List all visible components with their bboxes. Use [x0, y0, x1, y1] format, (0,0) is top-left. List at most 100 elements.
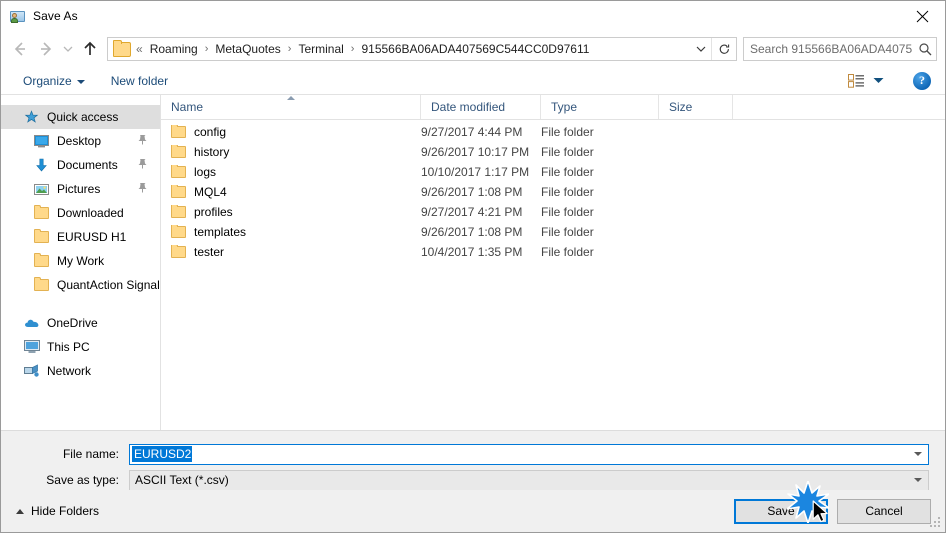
address-bar[interactable]: « Roaming › MetaQuotes › Terminal › 9155…	[107, 37, 737, 61]
search-input[interactable]	[744, 41, 914, 57]
up-button[interactable]	[77, 36, 103, 62]
column-label: Size	[669, 100, 693, 114]
file-type: File folder	[541, 125, 594, 139]
address-dropdown-button[interactable]	[691, 43, 711, 55]
file-name-cell: logs	[161, 165, 421, 179]
sidebar-item-quantaction-signal[interactable]: QuantAction Signal	[1, 273, 160, 297]
sidebar-item-desktop[interactable]: Desktop	[1, 129, 160, 153]
save-as-type-select[interactable]: ASCII Text (*.csv)	[129, 469, 929, 491]
breadcrumb-separator: ›	[204, 43, 209, 55]
file-date: 10/10/2017 1:17 PM	[421, 165, 530, 179]
recent-locations-button[interactable]	[59, 36, 77, 62]
sidebar-item-network[interactable]: Network	[1, 359, 160, 383]
table-row[interactable]: history 9/26/2017 10:17 PM File folder	[161, 142, 945, 162]
table-row[interactable]: MQL4 9/26/2017 1:08 PM File folder	[161, 182, 945, 202]
breadcrumb-item-roaming[interactable]: Roaming	[148, 42, 200, 56]
search-icon[interactable]	[914, 42, 936, 56]
pin-icon[interactable]	[137, 182, 148, 196]
file-name-value: EURUSD2	[132, 446, 193, 462]
file-type: File folder	[541, 185, 594, 199]
new-folder-button[interactable]: New folder	[105, 72, 174, 90]
save-button[interactable]: Save	[734, 498, 828, 524]
file-name: logs	[194, 165, 217, 179]
sort-ascending-icon	[286, 96, 295, 100]
sidebar-item-eurusd-h1[interactable]: EURUSD H1	[1, 225, 160, 249]
column-header-size[interactable]: Size	[659, 95, 733, 119]
pin-icon[interactable]	[137, 134, 148, 148]
navigation-pane: Quick access Desktop Documents Pictures …	[1, 95, 161, 430]
back-button[interactable]	[7, 36, 33, 62]
column-header-date-modified[interactable]: Date modified	[421, 95, 541, 119]
sidebar-item-label: Desktop	[57, 134, 102, 148]
organize-label: Organize	[23, 73, 72, 88]
folder-icon	[171, 245, 186, 258]
chevron-down-icon	[76, 79, 85, 84]
sidebar-item-label: QuantAction Signal	[57, 278, 160, 292]
chevron-down-icon	[873, 78, 884, 83]
sidebar-item-pictures[interactable]: Pictures	[1, 177, 160, 201]
sidebar-item-onedrive[interactable]: OneDrive	[1, 311, 160, 335]
chevron-down-icon[interactable]	[914, 478, 922, 482]
pin-icon[interactable]	[137, 158, 148, 172]
sidebar-item-downloaded[interactable]: Downloaded	[1, 201, 160, 225]
file-name-label: File name:	[62, 447, 119, 461]
breadcrumb-item-terminal[interactable]: Terminal	[296, 42, 345, 56]
column-header-filler	[733, 95, 945, 119]
cancel-button[interactable]: Cancel	[837, 498, 931, 524]
file-type: File folder	[541, 205, 594, 219]
close-button[interactable]	[899, 1, 945, 31]
column-label: Date modified	[431, 100, 506, 114]
column-header-type[interactable]: Type	[541, 95, 659, 119]
file-name: history	[194, 145, 230, 159]
breadcrumb-item-metaquotes[interactable]: MetaQuotes	[213, 42, 282, 56]
change-view-button[interactable]	[843, 72, 889, 90]
file-name-cell: config	[161, 125, 421, 139]
search-box[interactable]	[743, 37, 937, 61]
table-row[interactable]: profiles 9/27/2017 4:21 PM File folder	[161, 202, 945, 222]
file-name-input[interactable]: EURUSD2	[129, 443, 929, 465]
breadcrumb-separator: ›	[350, 43, 355, 55]
title-bar: Save As	[1, 1, 945, 31]
sidebar-item-label: Network	[47, 364, 92, 378]
forward-button[interactable]	[33, 36, 59, 62]
file-name: tester	[194, 245, 225, 259]
sidebar-item-label: Downloaded	[57, 206, 124, 220]
table-row[interactable]: logs 10/10/2017 1:17 PM File folder	[161, 162, 945, 182]
organize-button[interactable]: Organize	[17, 72, 91, 90]
folder-icon	[171, 125, 186, 138]
refresh-button[interactable]	[711, 38, 736, 60]
desktop-icon	[33, 133, 50, 149]
sidebar-item-label: Pictures	[57, 182, 101, 196]
table-row[interactable]: templates 9/26/2017 1:08 PM File folder	[161, 222, 945, 242]
sidebar-item-this-pc[interactable]: This PC	[1, 335, 160, 359]
file-date: 9/27/2017 4:44 PM	[421, 125, 523, 139]
file-name: profiles	[194, 205, 233, 219]
file-type: File folder	[541, 245, 594, 259]
resize-grip[interactable]	[930, 517, 942, 529]
hide-folders-label: Hide Folders	[31, 504, 100, 518]
chevron-down-icon[interactable]	[914, 452, 922, 456]
column-header-name[interactable]: Name	[161, 95, 421, 119]
hide-folders-button[interactable]: Hide Folders	[11, 504, 99, 518]
breadcrumb-item-terminal-id[interactable]: 915566BA06ADA407569C544CC0D97611	[359, 42, 591, 56]
table-row[interactable]: tester 10/4/2017 1:35 PM File folder	[161, 242, 945, 262]
folder-icon	[33, 205, 50, 221]
file-name-cell: profiles	[161, 205, 421, 219]
window-title: Save As	[33, 9, 78, 23]
help-button[interactable]: ?	[913, 71, 931, 90]
file-date: 9/26/2017 1:08 PM	[421, 185, 523, 199]
chevron-up-icon	[16, 508, 24, 514]
dialog-footer: Hide Folders Save Cancel	[1, 490, 945, 532]
chevron-down-icon	[696, 46, 706, 52]
sidebar-item-my-work[interactable]: My Work	[1, 249, 160, 273]
file-date: 9/27/2017 4:21 PM	[421, 205, 523, 219]
sidebar-item-documents[interactable]: Documents	[1, 153, 160, 177]
folder-icon	[33, 229, 50, 245]
list-view-icon	[848, 73, 864, 88]
save-as-icon	[10, 8, 26, 24]
table-row[interactable]: config 9/27/2017 4:44 PM File folder	[161, 122, 945, 142]
pictures-icon	[33, 181, 50, 197]
sidebar-item-quick-access[interactable]: Quick access	[1, 105, 160, 129]
quick-access-star-icon	[23, 109, 40, 125]
save-as-type-label: Save as type:	[46, 473, 119, 487]
